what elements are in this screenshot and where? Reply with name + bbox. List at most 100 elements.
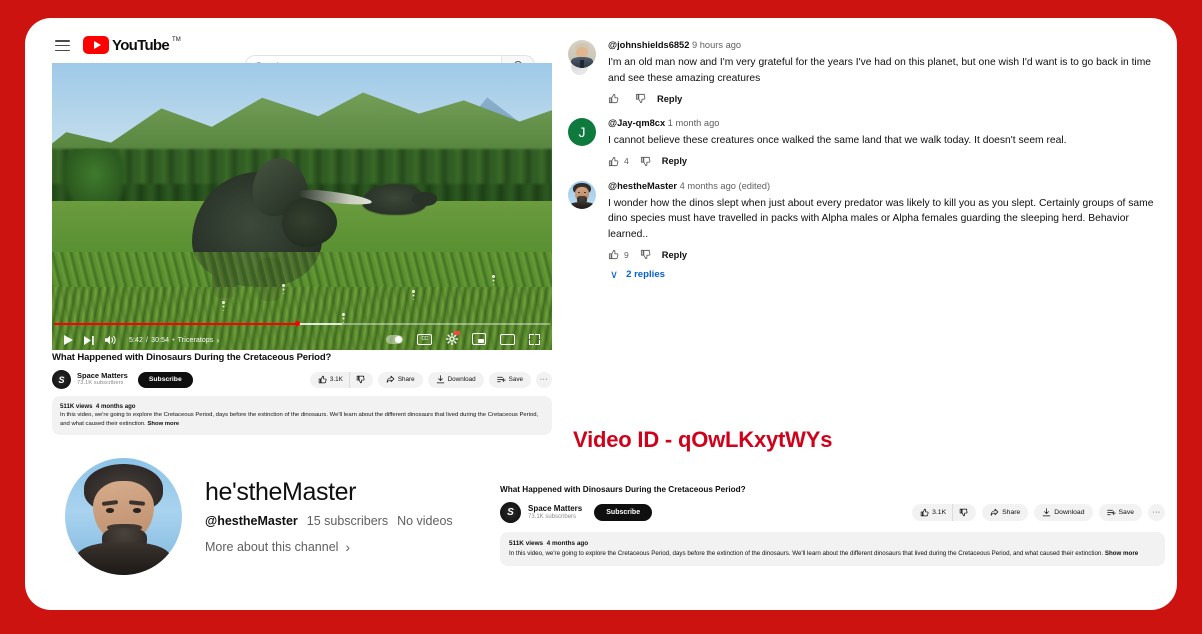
- theater-mode-icon[interactable]: [500, 333, 515, 345]
- comment-like-button[interactable]: 4: [608, 156, 629, 167]
- video-stats: 511K views 4 months ago: [60, 402, 544, 411]
- youtube-logo[interactable]: YouTube TM: [83, 36, 181, 54]
- video-views: 511K views: [60, 403, 93, 410]
- share-icon: [990, 508, 999, 516]
- comment-like-button[interactable]: [608, 93, 624, 104]
- comment-reply-button[interactable]: Reply: [662, 250, 687, 260]
- video-published: 4 months ago: [95, 403, 136, 410]
- miniplayer-icon[interactable]: [472, 333, 486, 345]
- player-controls-right: CC: [386, 331, 540, 345]
- more-actions-icon[interactable]: ···: [536, 371, 552, 388]
- download-icon: [1043, 508, 1051, 517]
- like-button-secondary[interactable]: 3.1K: [912, 504, 953, 521]
- comment-actions: Reply: [608, 93, 1168, 104]
- channel-subscriber-count: 73.1K subscribers: [77, 380, 124, 387]
- video-description-text: In this video, we're going to explore th…: [60, 411, 544, 429]
- save-button-secondary[interactable]: Save: [1098, 504, 1142, 521]
- more-about-channel-link[interactable]: More about this channel ›: [205, 539, 453, 555]
- save-to-playlist-icon: [496, 376, 506, 383]
- comment-author[interactable]: @Jay-qm8cx: [608, 118, 665, 128]
- save-button[interactable]: Save: [488, 371, 531, 388]
- profile-avatar[interactable]: [65, 458, 182, 575]
- comment-text: I wonder how the dinos slept when just a…: [608, 197, 1154, 240]
- fullscreen-icon[interactable]: [529, 333, 540, 345]
- comment-text: I cannot believe these creatures once wa…: [608, 135, 1067, 147]
- channel-avatar-secondary[interactable]: S: [500, 502, 521, 523]
- autoplay-toggle-icon[interactable]: [386, 334, 403, 344]
- avatar-johnshields6852[interactable]: [568, 40, 596, 68]
- video-description-body-secondary: In this video, we're going to explore th…: [509, 549, 1104, 557]
- avatar-jay-qm8cx[interactable]: J: [568, 118, 596, 147]
- video-description-box-secondary[interactable]: 511K views 4 months ago In this video, w…: [500, 532, 1165, 566]
- comment-dislike-button[interactable]: [640, 156, 651, 167]
- comment-header: @hestheMaster 4 months ago (edited): [608, 181, 1168, 192]
- chapter-chevron-icon[interactable]: ›: [217, 336, 220, 345]
- video-owner-row: S Space Matters 73.1K subscribers Subscr…: [52, 370, 552, 389]
- video-description-text-secondary: In this video, we're going to explore th…: [509, 549, 1156, 559]
- video-owner-row-secondary: S Space Matters 73.1K subscribers Subscr…: [500, 502, 1165, 523]
- screenshot-root: YouTube TM Search 5:42 / 30:54 • Tricera…: [0, 0, 1202, 634]
- share-button-secondary[interactable]: Share: [982, 504, 1029, 521]
- comment-dislike-button[interactable]: [640, 249, 651, 260]
- share-button[interactable]: Share: [377, 371, 423, 388]
- download-button-secondary[interactable]: Download: [1034, 504, 1093, 521]
- subscribe-button[interactable]: Subscribe: [137, 371, 193, 388]
- play-icon[interactable]: [64, 335, 73, 345]
- youtube-logo-text: YouTube: [112, 36, 170, 54]
- gear-icon[interactable]: [446, 331, 460, 345]
- dislike-button[interactable]: [348, 371, 373, 388]
- volume-icon[interactable]: [105, 335, 117, 345]
- video-title: What Happened with Dinosaurs During the …: [52, 352, 332, 363]
- chapter-separator: •: [172, 336, 175, 344]
- video-flower: [282, 283, 285, 287]
- channel-avatar[interactable]: S: [52, 370, 71, 389]
- closed-captions-icon[interactable]: CC: [417, 333, 432, 345]
- video-meta-bottom: What Happened with Dinosaurs During the …: [500, 485, 1165, 566]
- comment-dislike-button[interactable]: [635, 93, 646, 104]
- comment-like-count: 4: [624, 156, 629, 167]
- thumbs-up-icon: [608, 156, 619, 166]
- video-flower: [412, 289, 415, 293]
- comment-header: @Jay-qm8cx 1 month ago: [608, 118, 1168, 129]
- comment-text: I'm an old man now and I'm very grateful…: [608, 57, 1152, 84]
- hamburger-icon[interactable]: [55, 40, 70, 51]
- player-controls-left: 5:42 / 30:54 • Triceratops ›: [64, 335, 219, 345]
- comment-body: @hestheMaster 4 months ago (edited) I wo…: [608, 181, 1168, 281]
- video-player[interactable]: 5:42 / 30:54 • Triceratops › CC: [52, 63, 552, 350]
- comment-like-button[interactable]: 9: [608, 249, 629, 260]
- channel-info: Space Matters 73.1K subscribers: [77, 371, 128, 387]
- comment-author[interactable]: @johnshields6852: [608, 40, 689, 50]
- dislike-button-secondary[interactable]: [952, 504, 977, 521]
- subscribe-button-secondary[interactable]: Subscribe: [594, 504, 653, 521]
- time-display: 5:42 / 30:54 • Triceratops ›: [129, 335, 220, 345]
- replies-count-label: 2 replies: [626, 269, 665, 281]
- channel-info-secondary: Space Matters 73.1K subscribers: [528, 504, 582, 521]
- show-more-link-secondary[interactable]: Show more: [1105, 550, 1138, 557]
- video-flower: [342, 312, 345, 316]
- avatar-hesthemaster[interactable]: [568, 180, 596, 209]
- comment-author[interactable]: @hestheMaster: [608, 181, 677, 191]
- progress-bar[interactable]: [54, 321, 550, 326]
- video-description-box[interactable]: 511K views 4 months ago In this video, w…: [52, 396, 552, 435]
- show-more-link[interactable]: Show more: [147, 421, 179, 427]
- profile-meta-row: @hestheMaster 15 subscribers No videos: [205, 514, 453, 528]
- thumbs-up-icon: [608, 250, 619, 260]
- thumbs-up-icon: [920, 508, 929, 517]
- progress-handle[interactable]: [294, 321, 300, 326]
- video-published-secondary: 4 months ago: [546, 540, 589, 547]
- channel-name[interactable]: Space Matters: [77, 371, 128, 381]
- comment-reply-button[interactable]: Reply: [657, 94, 682, 104]
- channel-name-secondary[interactable]: Space Matters: [528, 504, 582, 514]
- chapter-name[interactable]: Triceratops: [178, 337, 214, 344]
- thumbs-down-icon: [959, 508, 968, 517]
- like-button[interactable]: 3.1K: [309, 371, 349, 388]
- download-button[interactable]: Download: [427, 371, 484, 388]
- next-track-icon[interactable]: [84, 335, 94, 345]
- profile-subscriber-count: 15 subscribers: [306, 514, 389, 528]
- thumbs-down-icon: [640, 250, 651, 260]
- comment-reply-button[interactable]: Reply: [662, 156, 687, 166]
- profile-display-name: he'stheMaster: [205, 478, 357, 506]
- more-actions-icon-secondary[interactable]: ···: [1148, 504, 1165, 521]
- profile-video-count: No videos: [397, 514, 453, 528]
- view-replies-button[interactable]: ∨ 2 replies: [610, 268, 1168, 281]
